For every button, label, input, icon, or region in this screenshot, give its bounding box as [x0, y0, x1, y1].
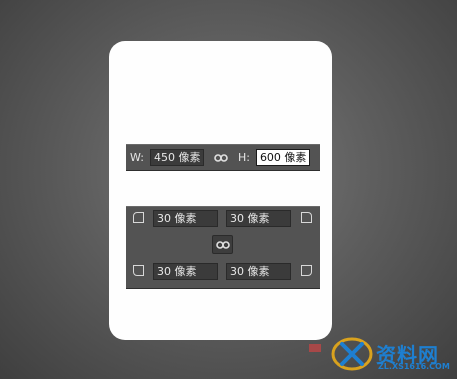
watermark-logo-icon	[331, 337, 373, 371]
link-icon[interactable]	[210, 153, 232, 163]
corner-bottom-left-field[interactable]: 30 像素	[153, 263, 218, 280]
width-label: W:	[130, 151, 144, 164]
watermark-mark	[309, 344, 321, 352]
rounded-rectangle-canvas	[109, 41, 332, 340]
corner-bottom-left-icon	[133, 265, 144, 276]
corner-bottom-right-icon	[301, 265, 312, 276]
corner-top-left-icon	[133, 212, 144, 223]
corner-top-left-field[interactable]: 30 像素	[153, 210, 218, 227]
height-field[interactable]: 600 像素	[255, 149, 310, 166]
width-field[interactable]: 450 像素	[149, 149, 204, 166]
height-label: H:	[237, 151, 250, 164]
corner-top-right-icon	[301, 212, 312, 223]
watermark-url: ZL.XS1616.COM	[378, 362, 450, 371]
corner-bottom-right-field[interactable]: 30 像素	[226, 263, 291, 280]
link-icon	[215, 240, 230, 249]
link-corners-button[interactable]	[212, 235, 233, 254]
dimension-bar: W: 450 像素 H: 600 像素	[126, 144, 320, 170]
corner-top-right-field[interactable]: 30 像素	[226, 210, 291, 227]
corner-radius-panel: 30 像素 30 像素 30 像素 30 像素	[126, 206, 320, 288]
